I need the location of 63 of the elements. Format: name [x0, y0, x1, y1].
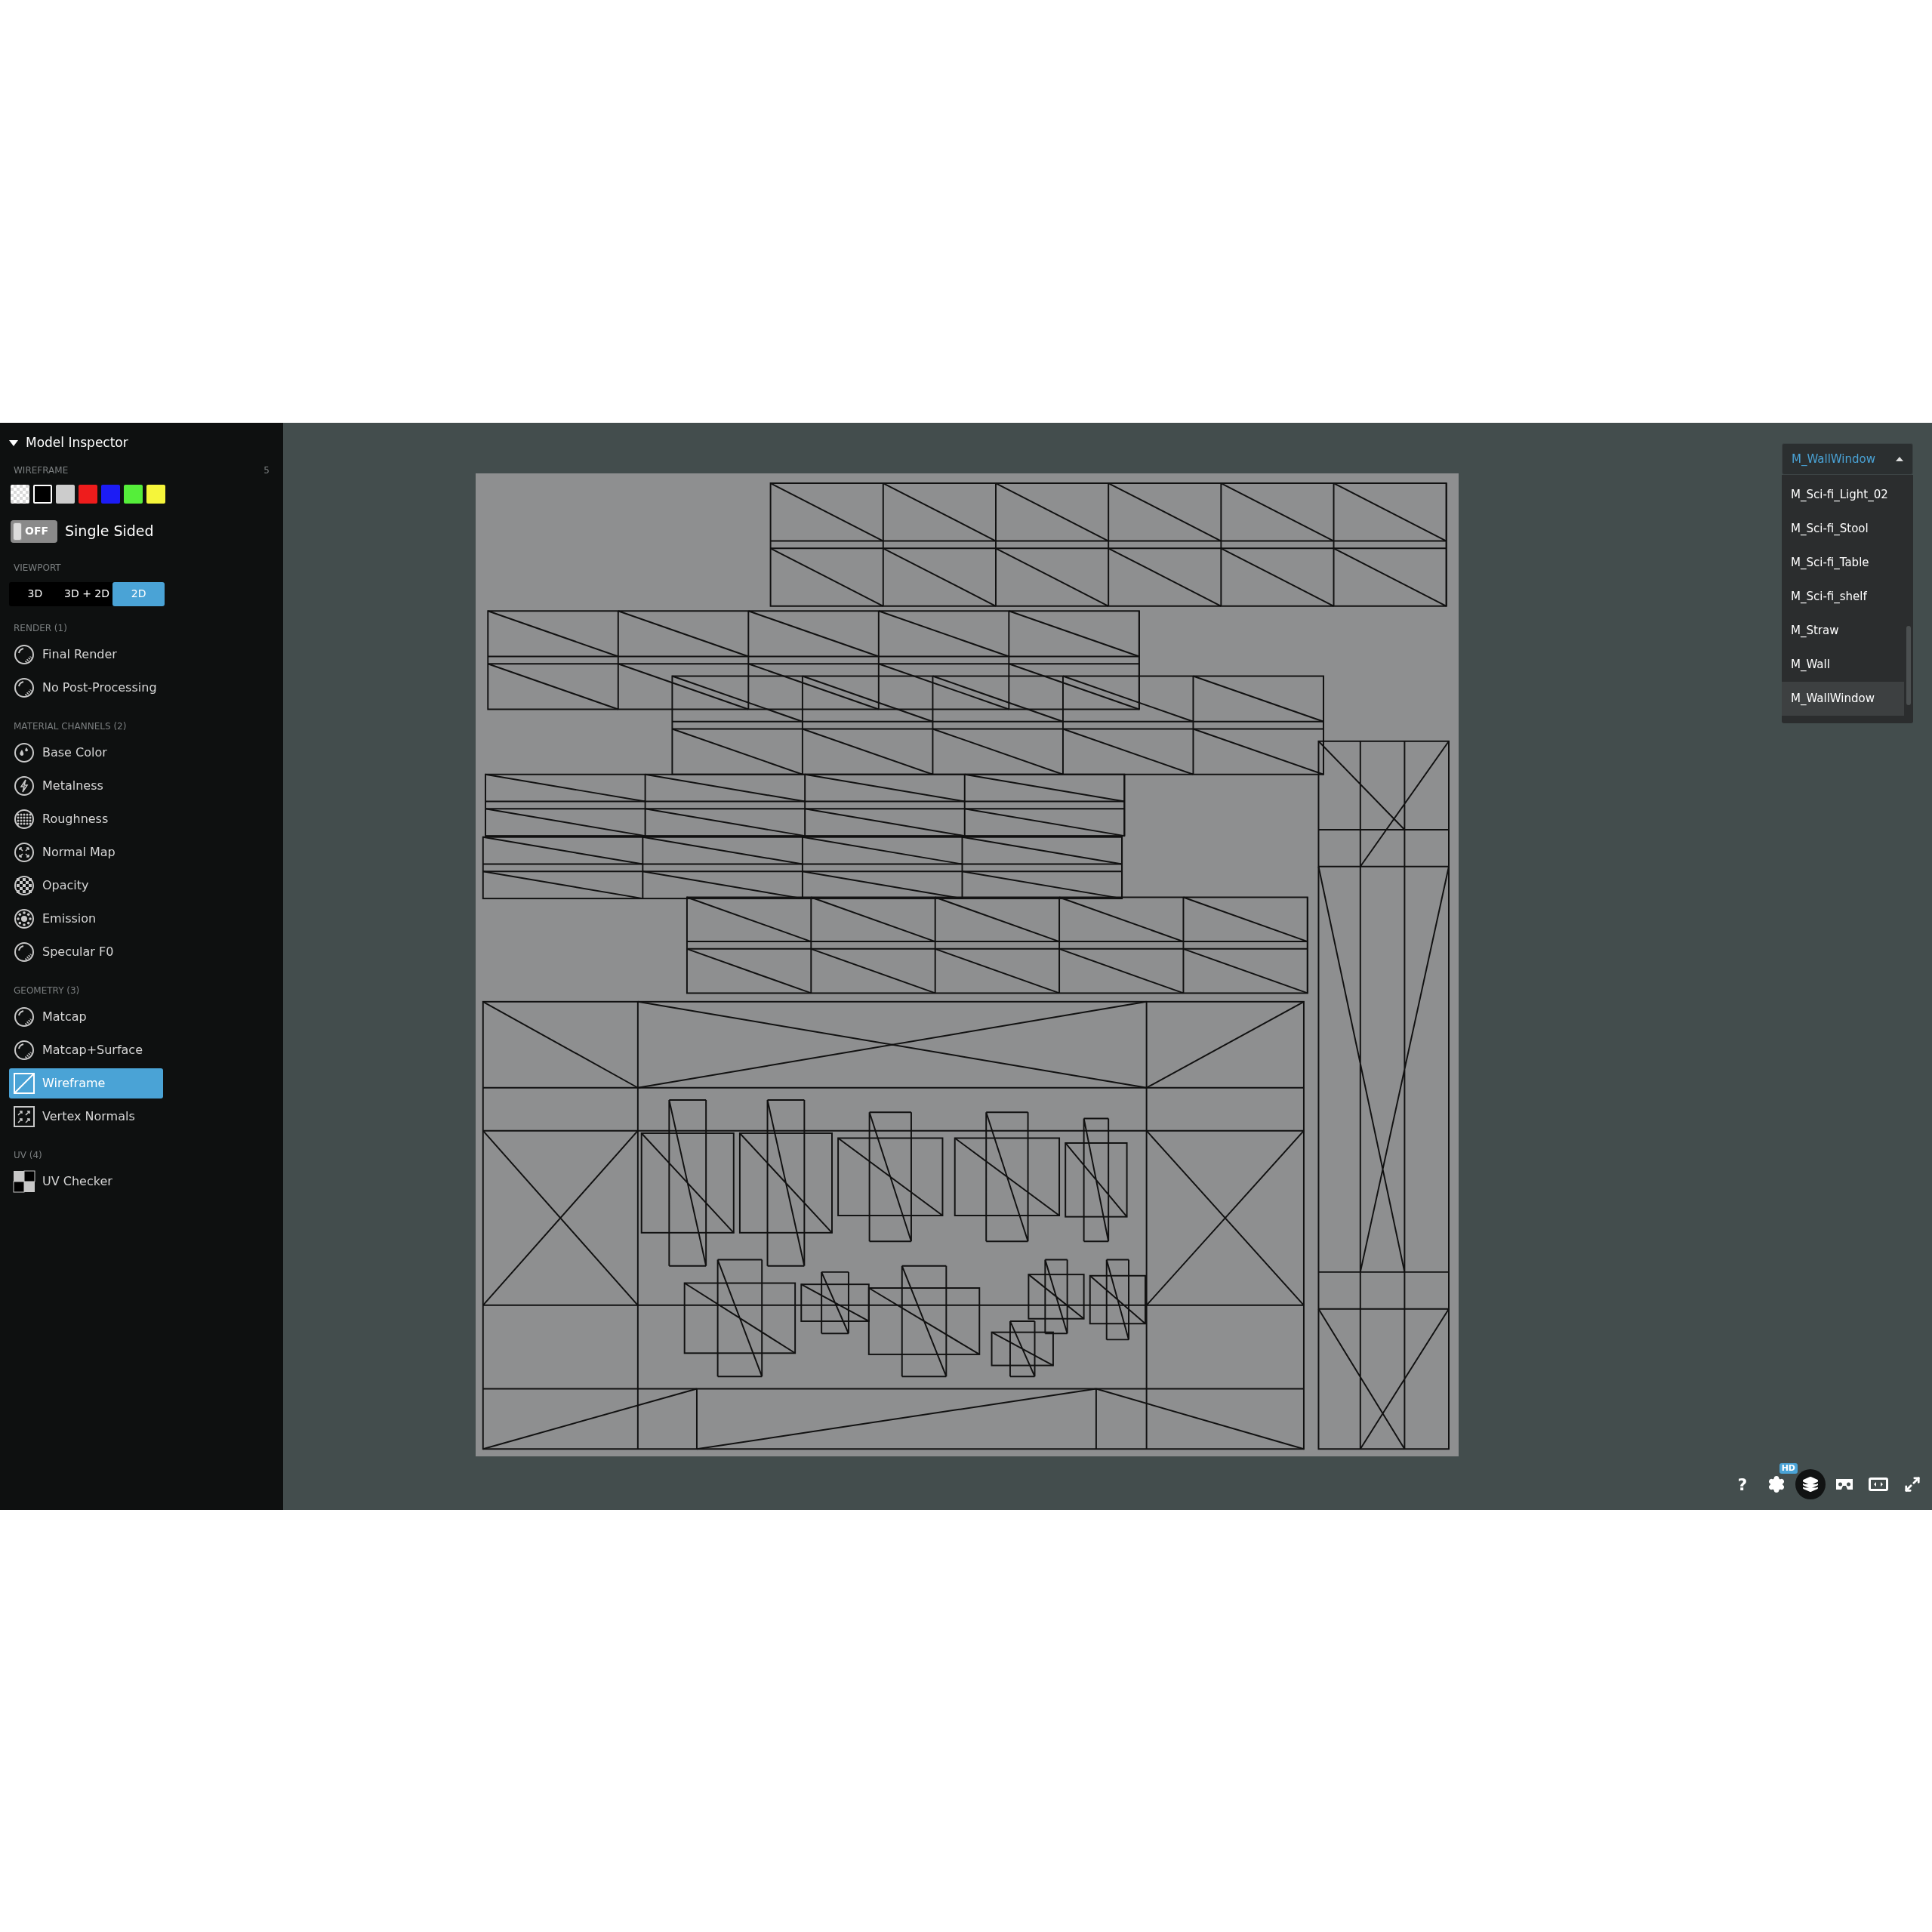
section-label: MATERIAL CHANNELS (2): [13, 719, 128, 733]
layers-icon: [1802, 1476, 1819, 1493]
render-mode-item[interactable]: Specular F0: [9, 936, 163, 967]
dropdown-option[interactable]: M_Wall: [1782, 648, 1904, 682]
color-swatch[interactable]: [33, 484, 52, 504]
gear-icon: [1767, 1475, 1786, 1493]
section-label: UV (4): [13, 1148, 43, 1162]
color-swatch[interactable]: [79, 484, 97, 504]
render-mode-item[interactable]: Vertex Normals: [9, 1101, 163, 1132]
vr-headset-icon: [1835, 1478, 1854, 1491]
render-mode-item[interactable]: Base Color: [9, 737, 163, 768]
dropdown-option[interactable]: M_Straw: [1782, 614, 1904, 648]
vertex-icon: [13, 1105, 35, 1128]
section-label: GEOMETRY (3): [13, 984, 81, 997]
sphere-icon: [13, 676, 35, 699]
uv-icon: [13, 1169, 35, 1193]
section-label: VIEWPORT: [13, 561, 62, 575]
layers-button[interactable]: [1795, 1469, 1826, 1499]
render-mode-item[interactable]: Roughness: [9, 803, 163, 834]
color-swatch[interactable]: [56, 484, 75, 504]
render-mode-item[interactable]: Final Render: [9, 639, 163, 670]
dropdown-option[interactable]: M_Sci-fi_Table: [1782, 546, 1904, 580]
toggle-label: Single Sided: [65, 522, 154, 541]
section-label: RENDER (1): [13, 621, 68, 635]
dropdown-option[interactable]: M_Sci-fi_shelf: [1782, 580, 1904, 614]
arrows-icon: [13, 840, 35, 864]
sphere-icon: [13, 1005, 35, 1028]
render-mode-item[interactable]: Normal Map: [9, 837, 163, 867]
color-swatch[interactable]: [146, 484, 165, 504]
checker-icon: [13, 874, 35, 897]
render-mode-item[interactable]: Matcap+Surface: [9, 1034, 163, 1065]
expand-icon: [1904, 1476, 1921, 1493]
widescreen-icon: [1869, 1477, 1888, 1492]
sphere-icon: [13, 940, 35, 963]
help-button[interactable]: ?: [1727, 1469, 1758, 1499]
caret-icon[interactable]: [9, 439, 18, 447]
section-label: WIREFRAME: [14, 464, 69, 477]
sphere-icon: [13, 642, 35, 666]
color-swatch[interactable]: [124, 484, 143, 504]
color-swatch[interactable]: [101, 484, 120, 504]
render-mode-item[interactable]: Matcap: [9, 1001, 163, 1032]
material-dropdown[interactable]: M_WallWindow: [1782, 443, 1913, 475]
viewport-tab[interactable]: 3D + 2D: [60, 581, 113, 606]
viewport-tab[interactable]: 3D: [9, 581, 61, 606]
dropdown-option[interactable]: M_Sci-fi_Stool: [1782, 512, 1904, 546]
dropdown-option[interactable]: M_WallWindow: [1782, 682, 1904, 716]
render-mode-item[interactable]: UV Checker: [9, 1166, 163, 1197]
wire-icon: [13, 1071, 35, 1095]
caret-icon: [1896, 457, 1903, 461]
render-mode-item[interactable]: Opacity: [9, 870, 163, 901]
render-mode-item[interactable]: Emission: [9, 903, 163, 934]
sphere-icon: [13, 1038, 35, 1062]
render-mode-item[interactable]: No Post-Processing: [9, 672, 163, 703]
drops-icon: [13, 741, 35, 764]
render-mode-item[interactable]: Metalness: [9, 770, 163, 801]
dropdown-option[interactable]: M_Sci-fi_Light_02: [1782, 478, 1904, 512]
count-label: 5: [263, 464, 270, 477]
panel-title: Model Inspector: [26, 434, 128, 451]
bolt-icon: [13, 774, 35, 797]
sun-icon: [13, 907, 35, 930]
dots-icon: [13, 807, 35, 830]
hd-badge: HD: [1779, 1463, 1798, 1474]
color-swatch[interactable]: [11, 484, 29, 504]
